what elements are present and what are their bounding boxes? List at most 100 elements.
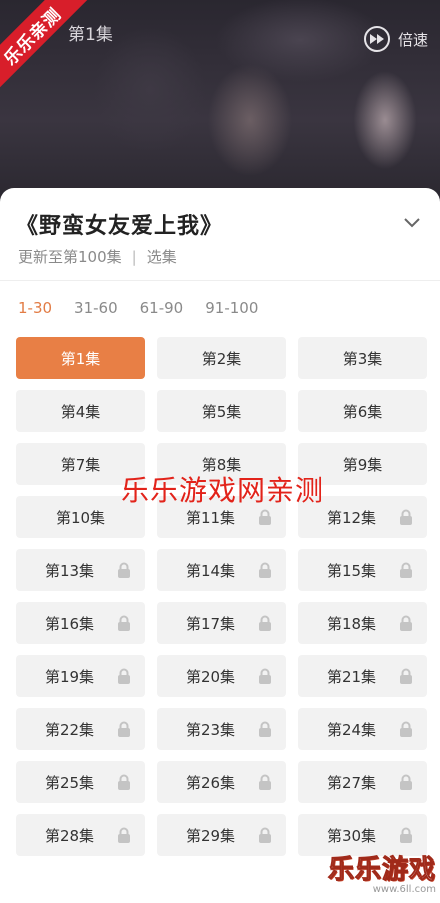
episode-label: 第13集: [44, 561, 95, 580]
lock-icon: [258, 668, 272, 684]
lock-icon: [399, 562, 413, 578]
lock-icon: [399, 509, 413, 525]
episode-button[interactable]: 第8集: [157, 443, 286, 485]
select-episode-label: 选集: [146, 248, 177, 266]
episode-button[interactable]: 第30集: [298, 814, 427, 856]
episode-label: 第28集: [44, 826, 95, 845]
episode-button[interactable]: 第14集: [157, 549, 286, 591]
range-tab-1-30[interactable]: 1-30: [18, 299, 52, 317]
episode-button[interactable]: 第20集: [157, 655, 286, 697]
episode-label: 第27集: [326, 773, 377, 792]
episode-button[interactable]: 第17集: [157, 602, 286, 644]
episode-button[interactable]: 第7集: [16, 443, 145, 485]
episode-label: 第29集: [185, 826, 236, 845]
lock-icon: [258, 615, 272, 631]
lock-icon: [117, 615, 131, 631]
episode-button[interactable]: 第18集: [298, 602, 427, 644]
episode-label: 第8集: [201, 455, 242, 474]
episode-button[interactable]: 第28集: [16, 814, 145, 856]
episode-label: 第3集: [342, 349, 383, 368]
video-player[interactable]: 乐乐亲测 第1集 倍速: [0, 0, 440, 200]
update-text: 更新至第100集: [18, 248, 122, 266]
range-tabs: 1-30 31-60 61-90 91-100: [18, 299, 258, 317]
lock-icon: [399, 827, 413, 843]
range-tab-61-90[interactable]: 61-90: [140, 299, 184, 317]
episode-button[interactable]: 第6集: [298, 390, 427, 432]
episode-label: 第17集: [185, 614, 236, 633]
watermark-ribbon: 乐乐亲测: [0, 0, 95, 99]
episode-label: 第22集: [44, 720, 95, 739]
playback-speed-button[interactable]: 倍速: [363, 26, 428, 52]
episode-grid: 第1集 第2集 第3集第4集 第5集 第6集第7集 第8集 第9集第10集 第11集 第12集第…: [16, 337, 427, 856]
range-tab-91-100[interactable]: 91-100: [205, 299, 258, 317]
episode-label: 第19集: [44, 667, 95, 686]
lock-icon: [258, 509, 272, 525]
lock-icon: [117, 562, 131, 578]
episode-label: 第25集: [44, 773, 95, 792]
lock-icon: [117, 774, 131, 790]
episode-button[interactable]: 第4集: [16, 390, 145, 432]
range-tab-31-60[interactable]: 31-60: [74, 299, 118, 317]
drama-title: 《野蛮女友爱上我》: [16, 214, 224, 239]
episode-button[interactable]: 第9集: [298, 443, 427, 485]
episode-label: 第21集: [326, 667, 377, 686]
episode-label: 第20集: [185, 667, 236, 686]
update-status: 更新至第100集 | 选集: [18, 246, 177, 267]
episode-button[interactable]: 第22集: [16, 708, 145, 750]
episode-button[interactable]: 第5集: [157, 390, 286, 432]
lock-icon: [399, 721, 413, 737]
episode-label: 第26集: [185, 773, 236, 792]
playback-speed-label: 倍速: [397, 30, 428, 49]
lock-icon: [117, 668, 131, 684]
episode-label: 第6集: [342, 402, 383, 421]
episode-button[interactable]: 第13集: [16, 549, 145, 591]
episode-button[interactable]: 第25集: [16, 761, 145, 803]
lock-icon: [117, 827, 131, 843]
episode-button[interactable]: 第26集: [157, 761, 286, 803]
divider: [0, 280, 440, 281]
episode-button[interactable]: 第19集: [16, 655, 145, 697]
episode-button[interactable]: 第23集: [157, 708, 286, 750]
episode-label: 第16集: [44, 614, 95, 633]
episode-button[interactable]: 第1集: [16, 337, 145, 379]
current-episode-title: 第1集: [68, 25, 113, 45]
episode-button[interactable]: 第15集: [298, 549, 427, 591]
episode-button[interactable]: 第21集: [298, 655, 427, 697]
episode-label: 第15集: [326, 561, 377, 580]
episode-button[interactable]: 第27集: [298, 761, 427, 803]
episode-button[interactable]: 第24集: [298, 708, 427, 750]
episode-button[interactable]: 第16集: [16, 602, 145, 644]
episode-label: 第14集: [185, 561, 236, 580]
lock-icon: [399, 615, 413, 631]
episode-label: 第11集: [185, 508, 236, 527]
episode-label: 第7集: [60, 455, 101, 474]
episode-label: 第1集: [60, 349, 101, 368]
lock-icon: [258, 774, 272, 790]
separator: |: [131, 247, 137, 266]
lock-icon: [258, 562, 272, 578]
lock-icon: [258, 827, 272, 843]
episode-panel: 《野蛮女友爱上我》 更新至第100集 | 选集 1-30 31-60 61-90 91…: [0, 188, 440, 903]
episode-label: 第5集: [201, 402, 242, 421]
episode-button[interactable]: 第12集: [298, 496, 427, 538]
fast-forward-icon: [363, 26, 390, 52]
lock-icon: [399, 668, 413, 684]
lock-icon: [117, 721, 131, 737]
episode-label: 第9集: [342, 455, 383, 474]
episode-button[interactable]: 第29集: [157, 814, 286, 856]
episode-button[interactable]: 第3集: [298, 337, 427, 379]
lock-icon: [258, 721, 272, 737]
episode-label: 第18集: [326, 614, 377, 633]
episode-label: 第2集: [201, 349, 242, 368]
episode-button[interactable]: 第11集: [157, 496, 286, 538]
episode-button[interactable]: 第2集: [157, 337, 286, 379]
episode-label: 第23集: [185, 720, 236, 739]
episode-button[interactable]: 第10集: [16, 496, 145, 538]
episode-label: 第12集: [326, 508, 377, 527]
chevron-down-icon[interactable]: [404, 214, 420, 230]
episode-label: 第4集: [60, 402, 101, 421]
episode-label: 第24集: [326, 720, 377, 739]
episode-label: 第30集: [326, 826, 377, 845]
episode-label: 第10集: [55, 508, 106, 527]
lock-icon: [399, 774, 413, 790]
